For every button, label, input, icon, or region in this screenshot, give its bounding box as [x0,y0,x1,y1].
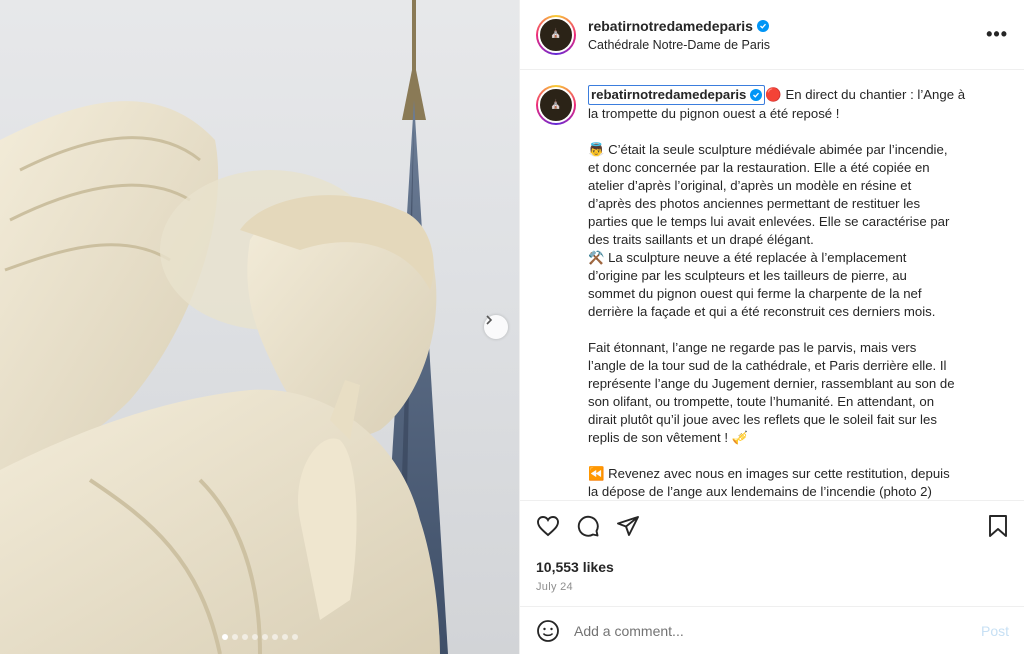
chevron-right-icon [486,315,493,325]
caption-line: sommet du pignon ouest qui ferme la char… [588,286,922,301]
post-date[interactable]: July 24 [536,581,1009,593]
caption-line: ⚒️ La sculpture neuve a été replacée à l… [588,250,907,265]
verified-badge-icon [756,19,769,32]
carousel-next-button[interactable] [484,315,508,339]
carousel-dot [222,634,228,640]
header-username[interactable]: rebatirnotredamedeparis [588,18,753,34]
action-bar: 10,553 likes July 24 [520,500,1024,593]
caption-avatar[interactable]: ⛪ [536,85,576,125]
caption-paragraph: Fait étonnant, l’ange ne regarde pas le … [588,339,998,447]
caption-line: dirait plutôt qu’il joue avec les reflet… [588,412,937,427]
share-send-icon[interactable] [616,514,640,538]
caption-paragraph: rebatirnotredamedeparis 🔴 En direct du ch… [588,85,998,123]
post-sidebar: ⛪ rebatirnotredamedeparis Cathédrale Not… [519,0,1024,654]
carousel-dot [242,634,248,640]
caption-line: la trompette du pignon ouest a été repos… [588,106,840,121]
caption-text: rebatirnotredamedeparis 🔴 En direct du ch… [588,85,998,500]
comment-bar: Post [520,606,1024,654]
caption-paragraph: 👼 C’était la seule sculpture médiévale a… [588,141,998,321]
caption-line: d’origine par les sculpteurs et les tail… [588,268,907,283]
caption-section: ⛪ rebatirnotredamedeparis 🔴 En direct du … [520,71,1024,500]
caption-line: rebatirnotredamedeparis 🔴 En direct du ch… [588,85,998,105]
caption-line: d’après des photos anciennes permettant … [588,196,921,211]
caption-line: et donc concernée par la restauration. E… [588,160,930,175]
comment-input[interactable] [574,622,981,639]
like-count[interactable]: 10,553 likes [536,559,1009,575]
caption-line: représente l’ange du Jugement dernier, r… [588,376,955,391]
caption-line: ⏪ Revenez avec nous en images sur cette … [588,466,950,481]
caption-line: son olifant, ou trompette, toute l’human… [588,394,935,409]
bookmark-save-icon[interactable] [987,514,1009,538]
verified-badge-icon [750,89,763,101]
caption-line: derrière la façade et qui a été reconstr… [588,304,936,319]
carousel-indicator [222,634,298,640]
carousel-dot [272,634,278,640]
emoji-smiley-icon[interactable] [536,619,560,643]
caption-line: 👼 C’était la seule sculpture médiévale a… [588,142,948,157]
carousel-dot [262,634,268,640]
avatar[interactable]: ⛪ [536,14,576,55]
caption-line: des traits saillants et un drapé élégant… [588,232,814,247]
post-photo[interactable] [0,0,519,654]
carousel-dot [292,634,298,640]
caption-username-text: rebatirnotredamedeparis [591,87,747,102]
post-dialog: ⛪ rebatirnotredamedeparis Cathédrale Not… [0,0,1024,654]
caption-line: 🔴 En direct du chantier : l’Ange à [765,87,966,102]
comment-bubble-icon[interactable] [576,514,600,538]
caption-line: replis de son vêtement ! 🎺 [588,430,749,445]
caption-line: atelier d’après l’original, d’après un m… [588,178,912,193]
carousel-dot [282,634,288,640]
location-link[interactable]: Cathédrale Notre-Dame de Paris [588,38,986,52]
angel-statue-image [0,0,448,654]
carousel-dot [252,634,258,640]
caption-paragraph: ⏪ Revenez avec nous en images sur cette … [588,465,998,500]
caption-line: la dépose de l’ange aux lendemains de l’… [588,484,932,499]
caption-line: Fait étonnant, l’ange ne regarde pas le … [588,340,917,355]
post-header: ⛪ rebatirnotredamedeparis Cathédrale Not… [520,0,1024,70]
caption-username[interactable]: rebatirnotredamedeparis [588,85,766,105]
carousel-dot [232,634,238,640]
avatar-glyph: ⛪ [550,99,562,110]
more-options-icon[interactable]: ••• [986,24,1008,45]
like-heart-icon[interactable] [536,514,560,538]
caption-line: parties que le temps lui avait enlevées.… [588,214,950,229]
caption-line: l’angle de la tour sud de la cathédrale,… [588,358,947,373]
avatar-glyph: ⛪ [550,29,562,39]
post-comment-button[interactable]: Post [981,623,1009,639]
